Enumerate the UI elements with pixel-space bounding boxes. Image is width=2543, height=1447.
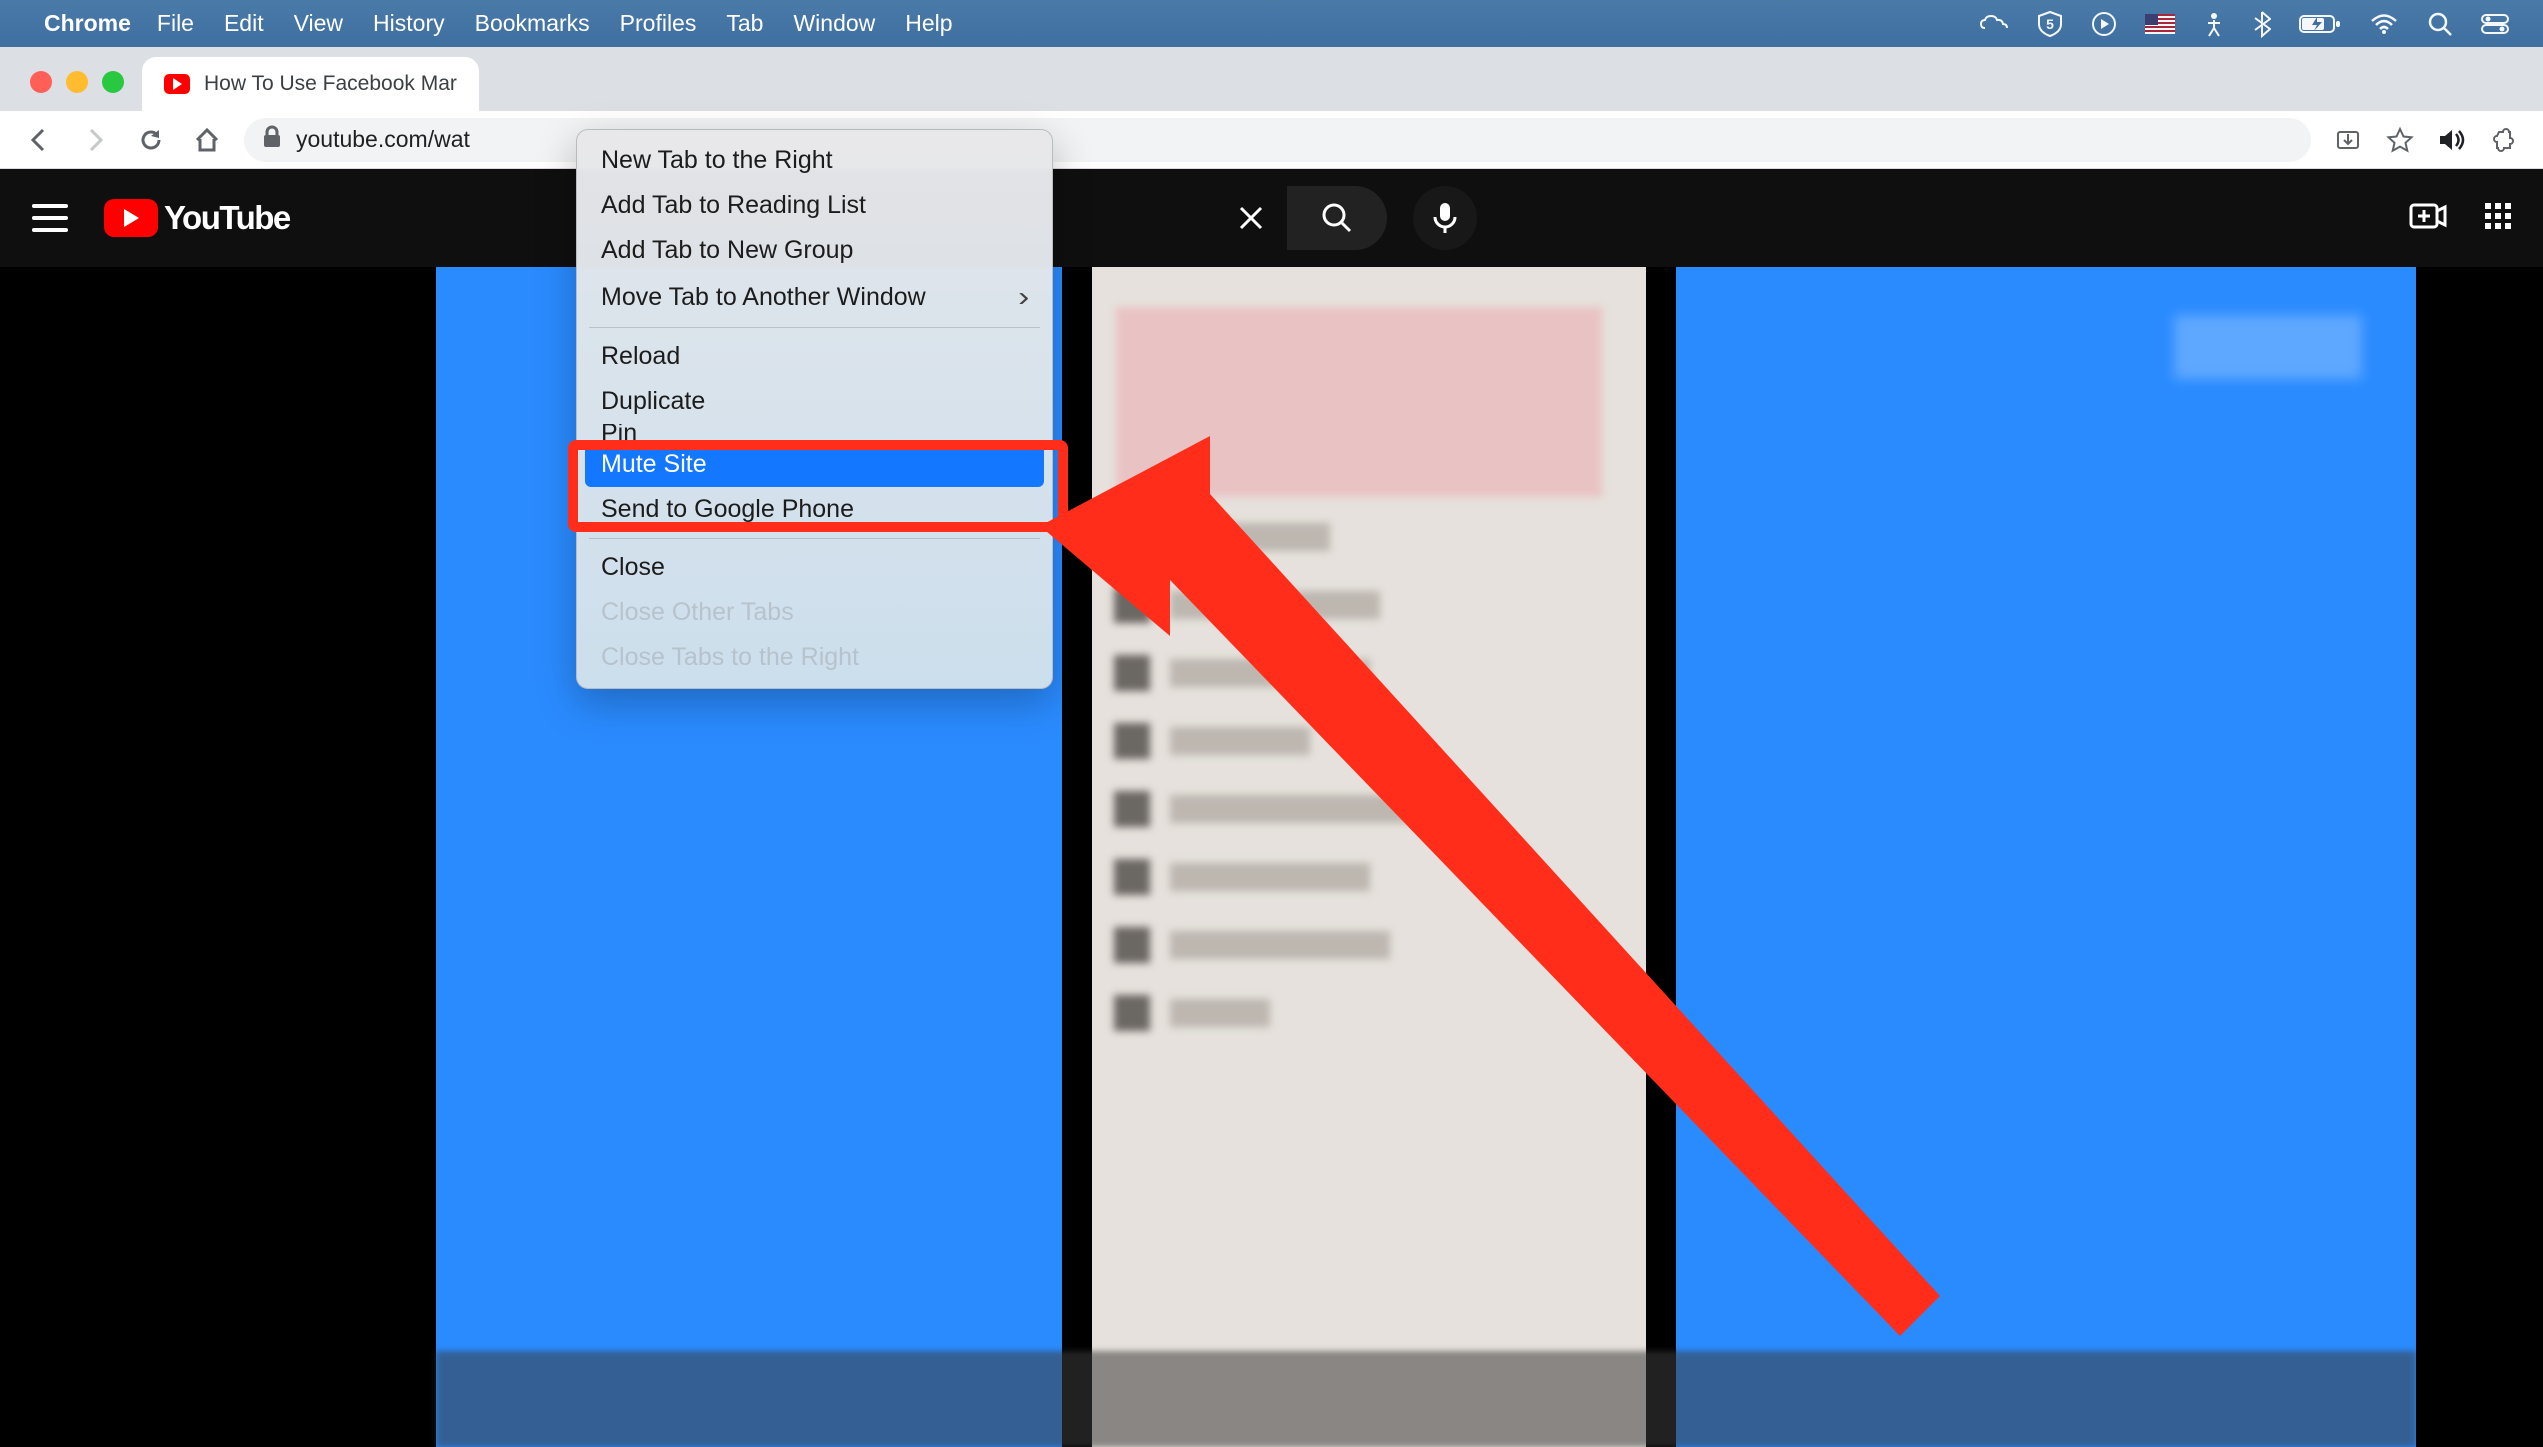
ctx-reload[interactable]: Reload <box>577 334 1052 379</box>
forward-button[interactable] <box>76 121 114 159</box>
menu-window[interactable]: Window <box>793 10 875 37</box>
status-figure-icon[interactable] <box>2203 11 2225 37</box>
status-play-icon[interactable] <box>2091 11 2117 37</box>
back-button[interactable] <box>20 121 58 159</box>
macos-menubar: Chrome File Edit View History Bookmarks … <box>0 0 2543 47</box>
omnibox-url: youtube.com/wat <box>296 126 470 153</box>
status-spotlight-icon[interactable] <box>2427 11 2453 37</box>
tab-strip: How To Use Facebook Mar <box>0 47 2543 111</box>
browser-tab[interactable]: How To Use Facebook Mar <box>142 57 479 111</box>
ctx-separator <box>589 538 1040 539</box>
youtube-logo[interactable]: YouTube <box>104 199 290 237</box>
create-button[interactable] <box>2409 201 2447 236</box>
tab-title: How To Use Facebook Mar <box>204 72 457 96</box>
ctx-close-right: Close Tabs to the Right <box>577 635 1052 680</box>
window-minimize-button[interactable] <box>66 71 88 93</box>
menu-bookmarks[interactable]: Bookmarks <box>475 10 590 37</box>
youtube-search <box>1221 186 1477 250</box>
ctx-send-to-phone[interactable]: Send to Google Phone <box>577 487 1052 532</box>
guide-menu-button[interactable] <box>30 198 70 238</box>
tab-audio-button[interactable] <box>2433 121 2471 159</box>
svg-text:5: 5 <box>2046 16 2054 32</box>
ctx-close[interactable]: Close <box>577 545 1052 590</box>
video-blur-overlay <box>1116 307 1602 497</box>
active-app-name[interactable]: Chrome <box>44 10 131 37</box>
search-submit-button[interactable] <box>1287 186 1387 250</box>
ctx-duplicate[interactable]: Duplicate <box>577 379 1052 424</box>
menu-tab[interactable]: Tab <box>726 10 763 37</box>
status-wifi-icon[interactable] <box>2369 13 2399 35</box>
menu-help[interactable]: Help <box>905 10 952 37</box>
reload-button[interactable] <box>132 121 170 159</box>
video-bottom-band <box>436 1351 2416 1447</box>
menu-edit[interactable]: Edit <box>224 10 264 37</box>
extensions-button[interactable] <box>2485 121 2523 159</box>
toolbar-actions <box>2329 121 2523 159</box>
youtube-favicon-icon <box>164 74 190 94</box>
lock-icon <box>262 125 282 155</box>
install-pwa-button[interactable] <box>2329 121 2367 159</box>
ctx-separator <box>589 327 1040 328</box>
menu-profiles[interactable]: Profiles <box>620 10 697 37</box>
status-shield-5-icon[interactable]: 5 <box>2037 10 2063 38</box>
ctx-close-other: Close Other Tabs <box>577 590 1052 635</box>
voice-search-button[interactable] <box>1413 186 1477 250</box>
status-battery-icon[interactable] <box>2299 13 2341 35</box>
video-letterbox-left <box>0 267 436 1447</box>
youtube-logo-text: YouTube <box>164 199 290 237</box>
ctx-add-reading-list[interactable]: Add Tab to Reading List <box>577 183 1052 228</box>
omnibox[interactable]: youtube.com/wat <box>244 118 2311 162</box>
tab-context-menu: New Tab to the Right Add Tab to Reading … <box>576 129 1053 689</box>
status-control-center-icon[interactable] <box>2481 14 2509 34</box>
search-clear-button[interactable] <box>1221 188 1281 248</box>
status-cloud-icon[interactable] <box>1979 14 2009 34</box>
video-letterbox-right <box>2416 267 2543 1447</box>
ctx-pin[interactable]: Pin <box>577 424 1052 442</box>
home-button[interactable] <box>188 121 226 159</box>
ctx-move-tab[interactable]: Move Tab to Another Window <box>577 273 1052 321</box>
ctx-add-new-group[interactable]: Add Tab to New Group <box>577 228 1052 273</box>
window-zoom-button[interactable] <box>102 71 124 93</box>
apps-grid-button[interactable] <box>2483 201 2513 236</box>
window-close-button[interactable] <box>30 71 52 93</box>
browser-toolbar: youtube.com/wat <box>0 111 2543 169</box>
window-controls <box>12 71 142 111</box>
ctx-mute-site[interactable]: Mute Site <box>585 442 1044 487</box>
youtube-header: YouTube <box>0 169 2543 267</box>
video-corner-overlay <box>2174 315 2362 379</box>
chrome-window: How To Use Facebook Mar youtube.com/wat <box>0 47 2543 1447</box>
ctx-new-tab-right[interactable]: New Tab to the Right <box>577 138 1052 183</box>
youtube-logo-icon <box>104 199 158 237</box>
status-bluetooth-icon[interactable] <box>2253 10 2271 38</box>
video-blur-list <box>1114 519 1604 1063</box>
status-us-flag-icon[interactable] <box>2145 14 2175 34</box>
bookmark-star-button[interactable] <box>2381 121 2419 159</box>
menu-history[interactable]: History <box>373 10 445 37</box>
menu-file[interactable]: File <box>157 10 194 37</box>
menu-view[interactable]: View <box>294 10 343 37</box>
page-content: YouTube <box>0 169 2543 1447</box>
